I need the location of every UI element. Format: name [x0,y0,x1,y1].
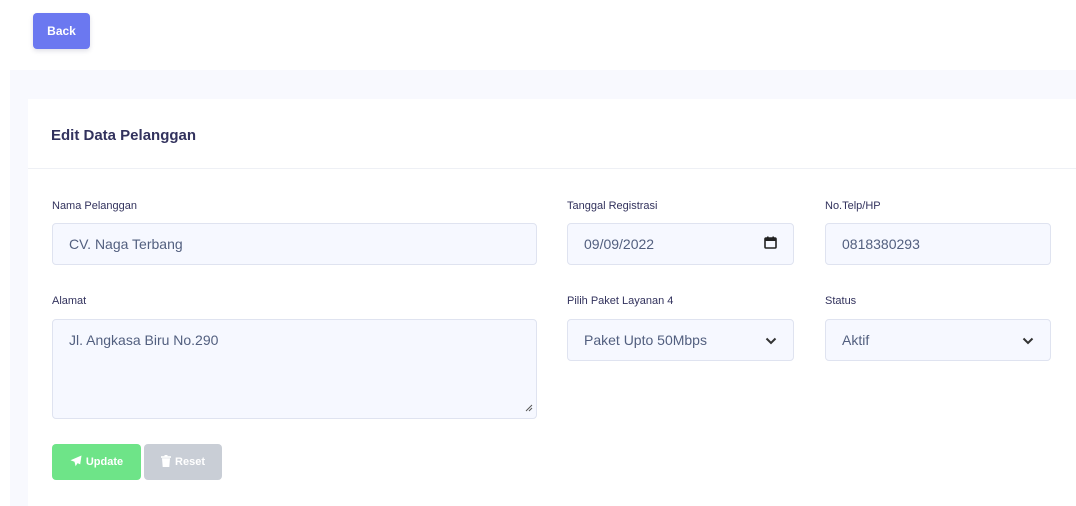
update-button[interactable]: Update [52,444,141,480]
alamat-textarea[interactable]: Jl. Angkasa Biru No.290 [52,319,537,419]
tanggal-registrasi-input[interactable]: 09/09/2022 [567,223,794,265]
status-select[interactable]: Aktif [825,319,1051,361]
paket-layanan-value: Paket Upto 50Mbps [584,332,707,348]
nama-pelanggan-value: CV. Naga Terbang [69,236,183,252]
alamat-label: Alamat [52,295,87,307]
no-telp-value: 0818380293 [842,236,920,252]
status-label: Status [825,295,857,307]
reset-button[interactable]: Reset [144,444,222,480]
resize-handle-icon[interactable] [525,399,533,415]
paket-layanan-label: Pilih Paket Layanan 4 [567,295,674,307]
nama-pelanggan-label: Nama Pelanggan [52,200,138,212]
trash-icon [161,454,172,470]
calendar-icon[interactable] [764,236,777,252]
card-header: Edit Data Pelanggan [28,99,1076,169]
no-telp-label: No.Telp/HP [825,200,881,212]
no-telp-input[interactable]: 0818380293 [825,223,1051,265]
nama-pelanggan-input[interactable]: CV. Naga Terbang [52,223,537,265]
paket-layanan-select[interactable]: Paket Upto 50Mbps [567,319,794,361]
tanggal-registrasi-label: Tanggal Registrasi [567,200,658,212]
paper-plane-icon [70,455,82,470]
reset-button-label: Reset [175,456,205,468]
alamat-value: Jl. Angkasa Biru No.290 [69,332,219,348]
update-button-label: Update [85,456,124,468]
chevron-down-icon [1022,332,1034,348]
back-button[interactable]: Back [33,13,90,49]
chevron-down-icon [765,332,777,348]
card-title: Edit Data Pelanggan [51,127,197,144]
tanggal-registrasi-value: 09/09/2022 [584,236,655,252]
status-value: Aktif [842,332,870,348]
